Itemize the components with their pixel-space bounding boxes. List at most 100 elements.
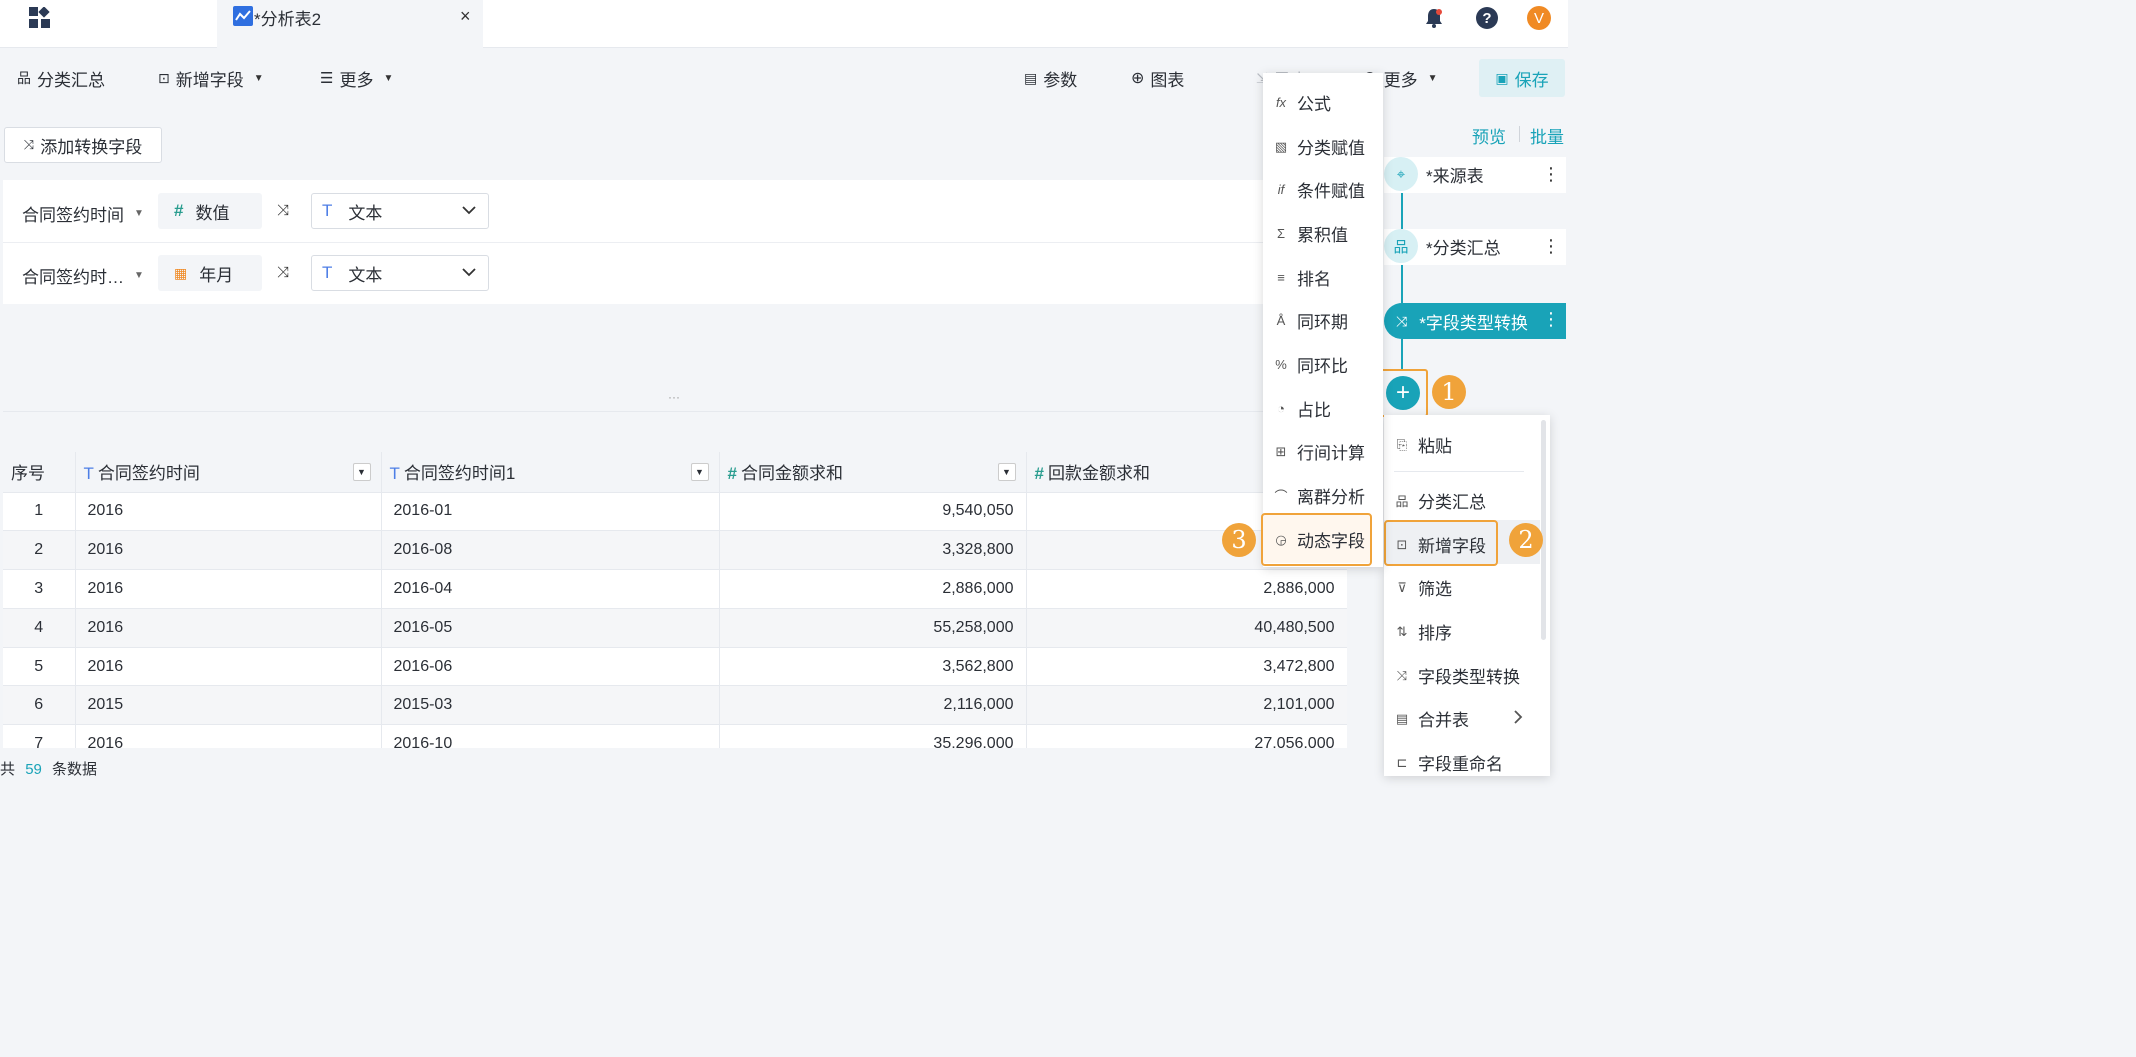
highlight-dynamic-field (1261, 513, 1372, 566)
close-icon[interactable]: × (460, 6, 471, 27)
menu-item-filter[interactable]: ⊽ 筛选 (1394, 575, 1452, 600)
flow-node-type-convert[interactable]: ⤨ *字段类型转换 (1384, 303, 1566, 339)
add-convert-field-button[interactable]: ⤨ 添加转换字段 (4, 127, 162, 163)
caret-down-icon: ▼ (1427, 72, 1438, 84)
cell: 40,480,500 (1026, 608, 1347, 648)
period-icon: Å (1276, 313, 1286, 328)
params-icon: ▤ (1024, 69, 1038, 86)
menu-item-merge-table[interactable]: ▤ 合并表 (1394, 706, 1469, 731)
add-field-button[interactable]: ⊡ 新增字段 ▼ (158, 66, 264, 90)
hierarchy-icon: 品 (17, 70, 31, 86)
col-header-sign-date-1[interactable]: T 合同签约时间1 ▼ (381, 452, 720, 493)
cell: 2015 (75, 685, 382, 726)
col-header-contract-amount[interactable]: # 合同金额求和 ▼ (719, 452, 1027, 493)
chart-label: 图表 (1150, 70, 1185, 90)
save-button[interactable]: ▣ 保存 (1479, 59, 1565, 97)
cell: 2,116,000 (719, 685, 1027, 726)
shuffle-icon: ⤨ (1396, 667, 1408, 683)
preview-link[interactable]: 预览 (1472, 123, 1506, 148)
menu-item-sort[interactable]: ⇅ 排序 (1394, 619, 1452, 644)
chart-button[interactable]: ⊕ 图表 (1131, 66, 1184, 90)
submenu-item-formula[interactable]: fx 公式 (1273, 90, 1331, 115)
submenu-item-period[interactable]: Å 同环期 (1273, 308, 1348, 333)
condition-icon: if (1277, 182, 1285, 197)
source-type-box: ▦ 年月 (158, 255, 262, 291)
field-name-select[interactable]: 合同签约时… ▼ (22, 263, 144, 288)
list-icon: ☰ (320, 70, 334, 87)
highlight-add-field (1384, 520, 1498, 566)
flow-node-source[interactable]: ⌖ *来源表 (1384, 157, 1484, 191)
flow-node-summary[interactable]: 品 *分类汇总 (1384, 229, 1501, 263)
footer-count: 59 (25, 761, 42, 778)
col-header-sign-date[interactable]: T 合同签约时间 ▼ (75, 452, 382, 493)
cell: 35,296,000 (719, 724, 1027, 748)
cell: 2015-03 (381, 685, 720, 726)
add-convert-field-label: 添加转换字段 (40, 137, 143, 157)
more-vertical-icon[interactable]: ⋮ (1542, 236, 1560, 257)
submenu-item-condition-assign[interactable]: if 条件赋值 (1273, 177, 1365, 202)
field-name-select[interactable]: 合同签约时间 ▼ (22, 201, 144, 226)
flow-node-label: *来源表 (1426, 166, 1484, 186)
more-vertical-icon[interactable]: ⋮ (1542, 309, 1560, 330)
submenu-item-category-assign[interactable]: ▧ 分类赋值 (1273, 134, 1365, 159)
menu-item-label: 筛选 (1418, 580, 1452, 599)
submenu-item-rank[interactable]: ≡ 排名 (1273, 265, 1331, 290)
target-type-select[interactable]: T 文本 (311, 255, 489, 291)
flow-connector (1401, 193, 1403, 231)
target-type-select[interactable]: T 文本 (311, 193, 489, 229)
submenu-item-proportion[interactable]: ◔ 占比 (1273, 396, 1331, 421)
convert-arrow-icon: ⤨ (277, 264, 290, 281)
submenu-item-label: 分类赋值 (1297, 139, 1365, 158)
more-right-label: 更多 (1383, 70, 1418, 90)
text-type-icon: T (322, 263, 333, 282)
submenu-item-outlier[interactable]: ⌒ 离群分析 (1273, 483, 1365, 508)
submenu-item-row-calc[interactable]: ⊞ 行间计算 (1273, 439, 1365, 464)
filter-icon: ⊽ (1397, 579, 1407, 595)
source-type-label: 数值 (195, 203, 230, 223)
cell: 27,056,000 (1026, 724, 1347, 748)
rename-icon: ⊏ (1396, 754, 1408, 770)
submenu-item-period-ratio[interactable]: % 同环比 (1273, 352, 1348, 377)
caret-down-icon[interactable]: ▼ (352, 463, 371, 481)
menu-item-group-summary[interactable]: 品分类汇总 (1394, 488, 1486, 513)
menu-item-paste[interactable]: ⎘ 粘贴 (1394, 432, 1452, 457)
percent-icon: % (1275, 357, 1287, 372)
caret-down-icon[interactable]: ▼ (997, 463, 1016, 481)
chevron-down-icon (462, 206, 476, 215)
table-row: 4 2016 2016-05 55,258,000 40,480,500 (3, 608, 1347, 648)
apps-grid-icon[interactable] (29, 6, 51, 29)
caret-down-icon: ▼ (253, 72, 264, 84)
avatar[interactable]: V (1527, 6, 1551, 30)
help-icon[interactable]: ? (1476, 7, 1498, 29)
number-type-icon: # (727, 464, 737, 484)
menu-item-type-convert[interactable]: ⤨ 字段类型转换 (1394, 663, 1520, 688)
outlier-icon: ⌒ (1274, 489, 1288, 504)
hierarchy-icon: 品 (1395, 494, 1409, 509)
group-summary-button[interactable]: 品 分类汇总 (17, 66, 105, 90)
cell: 1 (3, 492, 76, 532)
caret-down-icon[interactable]: ▼ (690, 463, 709, 481)
caret-down-icon: ▼ (383, 72, 394, 84)
cell: 2016-10 (381, 724, 720, 748)
more-vertical-icon[interactable]: ⋮ (1542, 164, 1560, 185)
cell: 2016 (75, 647, 382, 687)
table-row: 3 2016 2016-04 2,886,000 2,886,000 (3, 569, 1347, 609)
cell: 2016 (75, 724, 382, 748)
bell-icon[interactable] (1423, 7, 1445, 34)
footer-prefix: 共 (0, 761, 16, 778)
cell: 2016-08 (381, 530, 720, 571)
menu-scrollbar[interactable] (1541, 420, 1546, 640)
add-step-button[interactable]: + (1378, 369, 1428, 417)
resize-grip[interactable]: ··· (668, 390, 680, 404)
batch-link[interactable]: 批量 (1530, 123, 1564, 148)
menu-item-label: 粘贴 (1418, 437, 1452, 456)
shuffle-icon: ⤨ (1396, 312, 1408, 329)
menu-item-rename-field[interactable]: ⊏ 字段重命名 (1394, 750, 1503, 775)
cell: 2016 (75, 608, 382, 648)
more-left-button[interactable]: ☰ 更多 ▼ (320, 66, 393, 90)
params-button[interactable]: ▤ 参数 (1024, 66, 1077, 90)
submenu-item-cumulative[interactable]: Σ 累积值 (1273, 221, 1348, 246)
cell: 5 (3, 647, 76, 687)
submenu-item-label: 离群分析 (1297, 488, 1365, 507)
chevron-right-icon (1512, 709, 1524, 730)
